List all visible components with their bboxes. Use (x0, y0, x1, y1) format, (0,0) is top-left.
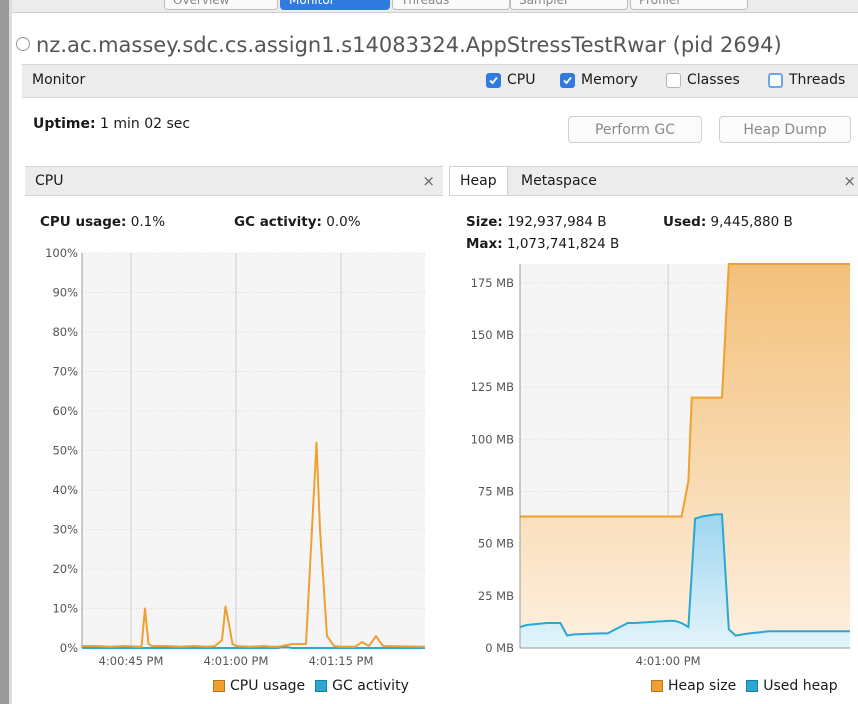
heap-legend: Heap size Used heap (651, 678, 838, 694)
legend-label: GC activity (332, 678, 409, 694)
y-tick-label: 50% (52, 444, 78, 458)
y-tick-label: 75 MB (478, 484, 514, 498)
y-tick-label: 80% (52, 325, 78, 339)
legend-label: CPU usage (230, 678, 306, 694)
y-tick-label: 30% (52, 523, 78, 537)
legend-item-cpu-usage: CPU usage (213, 678, 305, 694)
legend-swatch (315, 680, 328, 692)
legend-item-gc-activity: GC activity (315, 678, 409, 694)
x-tick-label: 4:01:00 PM (204, 654, 269, 668)
legend-swatch (746, 680, 759, 692)
y-tick-label: 100% (45, 246, 78, 260)
legend-item-heap-size: Heap size (651, 678, 736, 694)
legend-label: Used heap (763, 678, 838, 694)
legend-swatch (651, 680, 663, 692)
x-tick-label: 4:00:45 PM (99, 654, 164, 668)
cpu-legend: CPU usage GC activity (213, 678, 409, 694)
y-tick-label: 0% (60, 641, 78, 655)
y-tick-label: 10% (52, 602, 78, 616)
x-tick-label: 4:01:15 PM (309, 654, 374, 668)
y-tick-label: 60% (52, 404, 78, 418)
cpu-chart: 100% 90% 80% 70% 60% 50% 40% 30% 20% 10% 0% 4:00:45… (45, 246, 850, 668)
y-tick-label: 90% (52, 286, 78, 300)
legend-item-used-heap: Used heap (746, 678, 838, 694)
x-tick-label: 4:01:00 PM (636, 654, 701, 668)
y-tick-label: 70% (52, 365, 78, 379)
legend-label: Heap size (668, 678, 737, 694)
y-tick-label: 50 MB (478, 537, 514, 551)
y-tick-label: 150 MB (471, 328, 515, 342)
y-tick-label: 0 MB (485, 641, 514, 655)
y-tick-label: 175 MB (471, 276, 515, 290)
y-tick-label: 100 MB (471, 432, 515, 446)
legend-swatch (213, 680, 225, 692)
y-tick-label: 40% (52, 483, 78, 497)
y-tick-label: 125 MB (471, 380, 515, 394)
y-tick-label: 25 MB (478, 589, 514, 603)
y-tick-label: 20% (52, 562, 78, 576)
